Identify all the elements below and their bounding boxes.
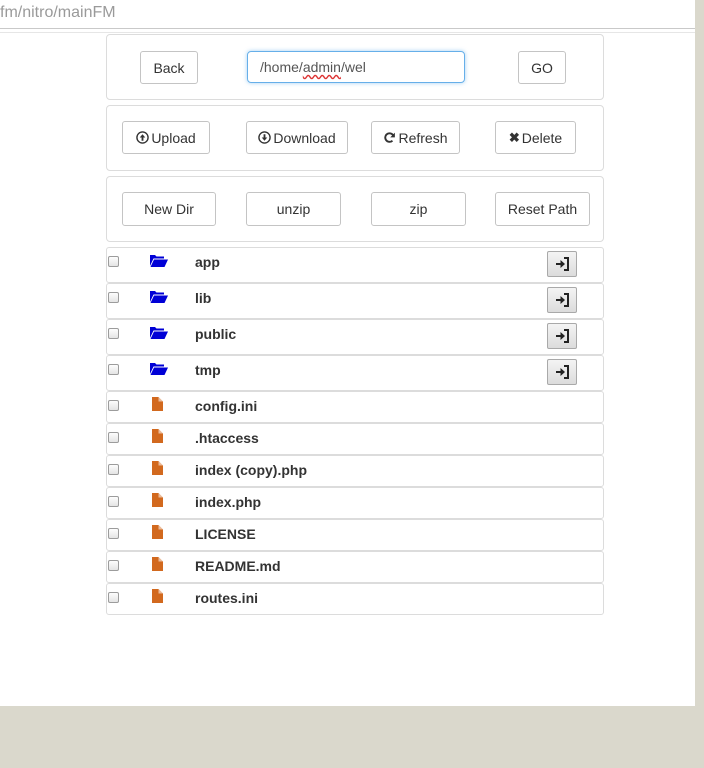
file-icon — [152, 493, 163, 507]
file-name[interactable]: README.md — [195, 558, 281, 574]
new-dir-button[interactable]: New Dir — [122, 192, 216, 226]
list-item-folder[interactable]: lib — [106, 283, 604, 319]
upload-circle-icon — [136, 131, 150, 144]
path-prefix: /home/ — [260, 59, 303, 75]
file-icon — [152, 557, 163, 571]
file-name[interactable]: LICENSE — [195, 526, 256, 542]
row-checkbox[interactable] — [108, 328, 119, 339]
open-folder-button[interactable] — [547, 251, 577, 277]
path-suffix: /wel — [340, 59, 366, 75]
row-checkbox[interactable] — [108, 432, 119, 443]
row-checkbox[interactable] — [108, 592, 119, 603]
back-label: Back — [153, 59, 185, 76]
list-item-file[interactable]: .htaccess — [106, 423, 604, 455]
refresh-button[interactable]: Refresh — [371, 121, 460, 154]
file-name[interactable]: index (copy).php — [195, 462, 307, 478]
list-item-file[interactable]: config.ini — [106, 391, 604, 423]
address-text: fm/nitro/mainFM — [0, 4, 116, 21]
open-folder-button[interactable] — [547, 359, 577, 385]
file-name[interactable]: lib — [195, 290, 211, 306]
browser-page: fm/nitro/mainFM Back /home/admin/wel GO … — [0, 0, 695, 706]
go-label: GO — [531, 59, 553, 76]
folder-open-icon — [150, 291, 168, 303]
path-spell: admin — [302, 59, 341, 75]
row-checkbox[interactable] — [108, 464, 119, 475]
enter-icon — [555, 293, 569, 307]
list-item-folder[interactable]: app — [106, 247, 604, 283]
new-dir-label: New Dir — [144, 201, 194, 217]
list-item-file[interactable]: LICENSE — [106, 519, 604, 551]
reset-path-button[interactable]: Reset Path — [495, 192, 590, 226]
download-circle-icon — [258, 131, 272, 144]
path-panel: Back /home/admin/wel GO — [106, 34, 604, 100]
file-name[interactable]: config.ini — [195, 398, 257, 414]
upload-button[interactable]: Upload — [122, 121, 210, 154]
file-icon — [152, 589, 163, 603]
file-icon — [152, 525, 163, 539]
enter-icon — [555, 329, 569, 343]
row-checkbox[interactable] — [108, 256, 119, 267]
file-name[interactable]: routes.ini — [195, 590, 258, 606]
row-checkbox[interactable] — [108, 364, 119, 375]
zip-button[interactable]: zip — [371, 192, 466, 226]
refresh-label: Refresh — [398, 129, 448, 146]
zip-label: zip — [409, 201, 428, 217]
file-name[interactable]: app — [195, 254, 220, 270]
folder-open-icon — [150, 327, 168, 339]
list-item-folder[interactable]: tmp — [106, 355, 604, 391]
row-checkbox[interactable] — [108, 496, 119, 507]
list-item-file[interactable]: README.md — [106, 551, 604, 583]
divider — [0, 32, 695, 33]
file-name[interactable]: public — [195, 326, 236, 342]
delete-button[interactable]: ✖ Delete — [495, 121, 576, 154]
row-checkbox[interactable] — [108, 400, 119, 411]
row-checkbox[interactable] — [108, 528, 119, 539]
back-button[interactable]: Back — [140, 51, 198, 84]
folder-open-icon — [150, 255, 168, 267]
list-item-file[interactable]: index (copy).php — [106, 455, 604, 487]
enter-icon — [555, 257, 569, 271]
unzip-label: unzip — [276, 201, 311, 217]
unzip-button[interactable]: unzip — [246, 192, 341, 226]
file-name[interactable]: index.php — [195, 494, 261, 510]
folder-open-icon — [150, 363, 168, 375]
path-input[interactable]: /home/admin/wel — [247, 51, 465, 83]
address-bar[interactable]: fm/nitro/mainFM — [0, 0, 695, 29]
download-button[interactable]: Download — [246, 121, 348, 154]
list-item-file[interactable]: index.php — [106, 487, 604, 519]
go-button[interactable]: GO — [518, 51, 566, 84]
file-icon — [152, 429, 163, 443]
actions-panel: Upload Download Refresh ✖ Delete — [106, 105, 604, 171]
list-item-folder[interactable]: public — [106, 319, 604, 355]
open-folder-button[interactable] — [547, 323, 577, 349]
reset-path-label: Reset Path — [507, 201, 578, 217]
row-checkbox[interactable] — [108, 560, 119, 571]
list-item-file[interactable]: routes.ini — [106, 583, 604, 615]
file-name[interactable]: .htaccess — [195, 430, 259, 446]
tools-panel: New Dir unzip zip Reset Path — [106, 176, 604, 242]
upload-label: Upload — [151, 129, 196, 146]
file-icon — [152, 461, 163, 475]
delete-label: Delete — [521, 129, 563, 146]
file-name[interactable]: tmp — [195, 362, 221, 378]
open-folder-button[interactable] — [547, 287, 577, 313]
row-checkbox[interactable] — [108, 292, 119, 303]
download-label: Download — [273, 129, 336, 146]
refresh-icon — [384, 132, 396, 143]
enter-icon — [555, 365, 569, 379]
file-icon — [152, 397, 163, 411]
x-icon: ✖ — [508, 129, 520, 145]
